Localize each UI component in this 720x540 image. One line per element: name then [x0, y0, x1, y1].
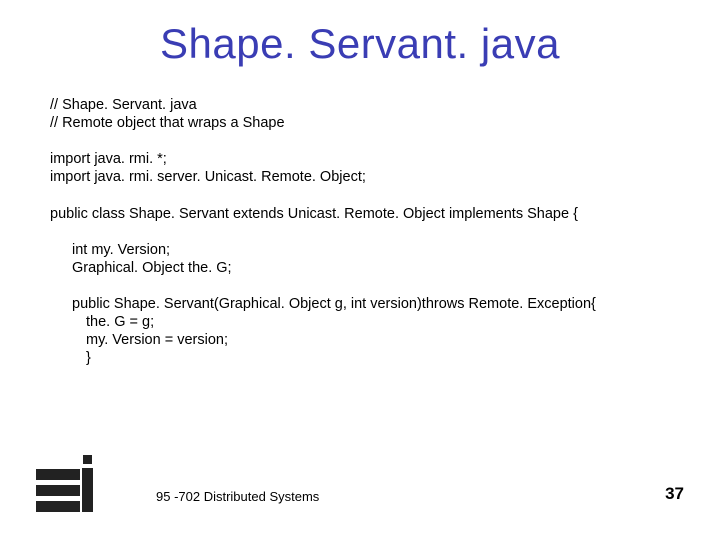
code-line: public Shape. Servant(Graphical. Object … — [72, 295, 670, 313]
slide-title: Shape. Servant. java — [0, 20, 720, 68]
code-line: import java. rmi. server. Unicast. Remot… — [50, 168, 670, 186]
code-line: the. G = g; — [86, 313, 670, 331]
code-line: // Shape. Servant. java — [50, 96, 670, 114]
code-block: // Shape. Servant. java // Remote object… — [50, 96, 670, 367]
page-number: 37 — [665, 484, 684, 504]
footer-text: 95 -702 Distributed Systems — [156, 489, 319, 504]
code-line: public class Shape. Servant extends Unic… — [50, 205, 670, 223]
code-line: import java. rmi. *; — [50, 150, 670, 168]
code-line: my. Version = version; — [86, 331, 670, 349]
code-line: // Remote object that wraps a Shape — [50, 114, 670, 132]
code-line: int my. Version; — [72, 241, 670, 259]
slide: Shape. Servant. java // Shape. Servant. … — [0, 0, 720, 540]
logo-icon — [36, 460, 98, 512]
code-line: } — [86, 349, 670, 367]
code-line: Graphical. Object the. G; — [72, 259, 670, 277]
